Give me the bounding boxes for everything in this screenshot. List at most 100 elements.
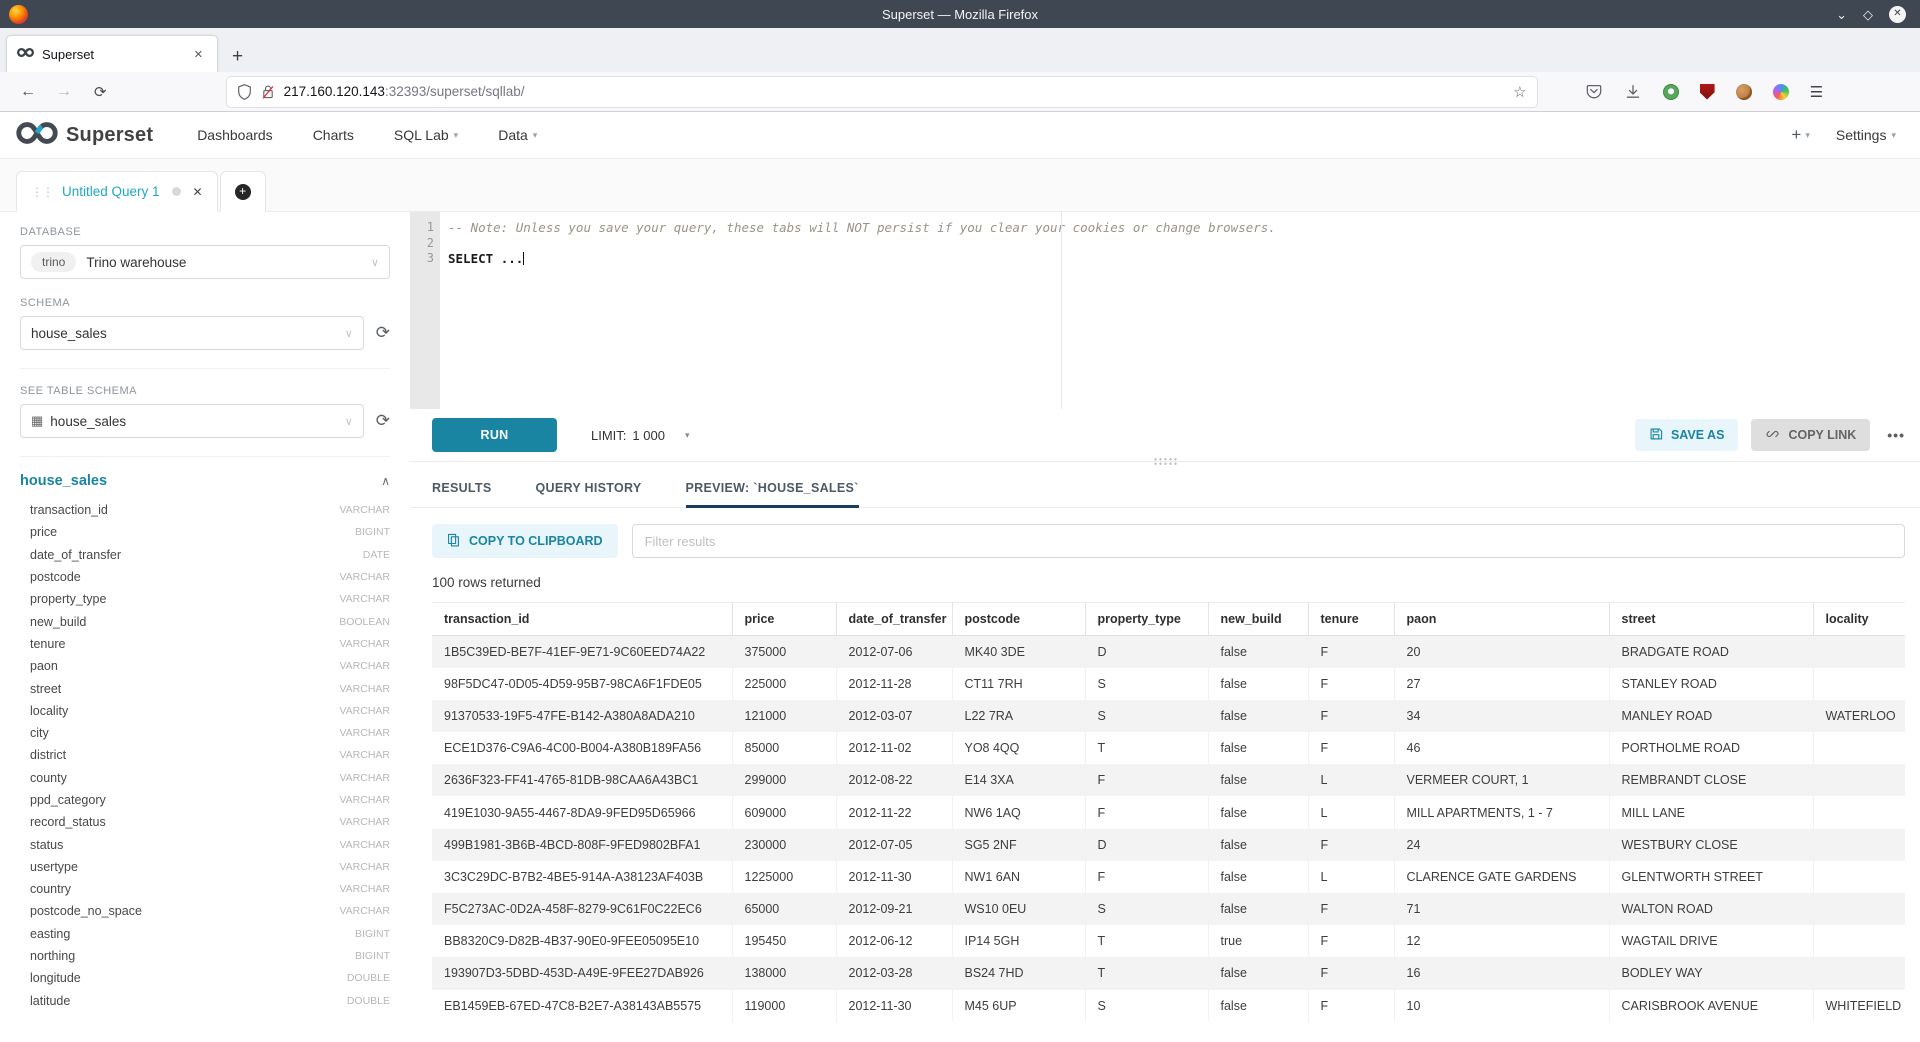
bookmark-star-icon[interactable]: ☆ [1513,83,1526,101]
extension-pinwheel-icon[interactable] [1773,84,1789,100]
column-header-tenure[interactable]: tenure [1308,603,1394,636]
database-select[interactable]: trino Trino warehouse ∨ [20,245,390,279]
url-bar[interactable]: 217.160.120.143:32393/superset/sqllab/ ☆ [227,77,1537,107]
table-cell: WESTBURY CLOSE [1609,829,1813,861]
pane-splitter[interactable] [410,461,1920,470]
table-cell: F [1308,957,1394,989]
superset-brand[interactable]: Superset [16,120,153,151]
new-tab-button[interactable]: + [232,47,243,66]
table-cell: MILL APARTMENTS, 1 - 7 [1394,796,1609,828]
drag-grip-icon[interactable]: ⋮⋮ [31,185,53,199]
tracking-shield-icon[interactable] [237,84,252,100]
add-new-button[interactable]: +▾ [1791,125,1809,145]
table-cell: 2012-03-07 [836,700,952,732]
nav-item-dashboards[interactable]: Dashboards [197,127,273,143]
browser-tab-superset[interactable]: Superset ✕ [6,35,218,72]
tab-query-history[interactable]: QUERY HISTORY [536,481,642,508]
limit-control[interactable]: LIMIT: 1 000 ▾ [591,428,689,443]
insecure-lock-icon[interactable] [261,84,275,100]
column-name: date_of_transfer [30,548,121,562]
run-button[interactable]: RUN [432,418,557,452]
table-cell: NW1 6AN [952,861,1085,893]
table-cell: F [1085,861,1208,893]
table-schema-label: SEE TABLE SCHEMA [20,385,390,397]
table-cell: CLARENCE GATE GARDENS [1394,861,1609,893]
column-type: VARCHAR [339,638,390,650]
downloads-icon[interactable] [1624,83,1642,101]
table-cell: T [1085,732,1208,764]
nav-item-charts[interactable]: Charts [313,127,354,143]
column-type: VARCHAR [339,905,390,917]
sql-code-editor[interactable]: 1 2 3 -- Note: Unless you save your quer… [410,212,1920,409]
query-tab-untitled-1[interactable]: ⋮⋮ Untitled Query 1 ✕ [16,171,218,212]
copy-link-button[interactable]: COPY LINK [1751,419,1870,451]
schema-select[interactable]: house_sales ∨ [20,316,364,350]
column-name: postcode_no_space [30,904,142,918]
more-options-icon[interactable]: ••• [1887,427,1905,443]
nav-links: Dashboards Charts SQL Lab▾ Data▾ [197,127,537,143]
column-header-paon[interactable]: paon [1394,603,1609,636]
column-type: DOUBLE [347,972,390,984]
schema-column-row: transaction_idVARCHAR [20,499,390,521]
refresh-table-icon[interactable]: ⟳ [376,411,390,431]
reload-button[interactable]: ⟳ [94,83,107,101]
copy-to-clipboard-button[interactable]: COPY TO CLIPBOARD [432,524,618,558]
query-tab-close-icon[interactable]: ✕ [193,185,203,199]
table-cell: 12 [1394,925,1609,957]
menu-icon[interactable]: ☰ [1810,83,1823,101]
column-header-transaction_id[interactable]: transaction_id [432,603,732,636]
table-cell: T [1085,925,1208,957]
table-select[interactable]: ▦ house_sales ∨ [20,404,364,438]
column-header-new_build[interactable]: new_build [1208,603,1308,636]
back-button[interactable]: ← [20,83,36,101]
splitter-drag-handle-icon[interactable] [1152,456,1178,465]
settings-menu[interactable]: Settings▾ [1836,127,1896,143]
sql-rest: ... [501,251,524,266]
table-cell: 138000 [732,957,836,989]
column-header-street[interactable]: street [1609,603,1813,636]
filter-results-input[interactable] [632,524,1905,558]
results-table: transaction_idpricedate_of_transferpostc… [432,602,1905,1022]
ublock-origin-icon[interactable] [1700,84,1715,100]
table-cell [1813,829,1905,861]
tab-results[interactable]: RESULTS [432,481,492,508]
table-cell: 230000 [732,829,836,861]
caret-down-icon: ▾ [454,130,459,141]
window-maximize-button[interactable]: ◇ [1863,8,1873,21]
sql-keyword: SELECT [448,251,493,266]
column-name: usertype [30,860,78,874]
window-minimize-button[interactable]: ⌄ [1836,8,1847,21]
expanded-table-name[interactable]: house_sales [20,473,107,489]
table-cell: BB8320C9-D82B-4B37-90E0-9FEE05095E10 [432,925,732,957]
column-header-date_of_transfer[interactable]: date_of_transfer [836,603,952,636]
table-cell: REMBRANDT CLOSE [1609,764,1813,796]
column-header-price[interactable]: price [732,603,836,636]
forward-button[interactable]: → [56,83,72,101]
table-cell: 2012-08-22 [836,764,952,796]
column-name: street [30,682,61,696]
save-as-button[interactable]: SAVE AS [1635,419,1739,451]
collapse-chevron-icon[interactable]: ∧ [381,474,390,488]
pocket-icon[interactable] [1585,83,1603,101]
table-cell: L [1308,796,1394,828]
window-close-button[interactable]: ✕ [1889,6,1906,23]
tab-preview-house-sales[interactable]: PREVIEW: `HOUSE_SALES` [686,481,859,508]
table-cell: false [1208,700,1308,732]
privacy-badger-icon[interactable] [1663,84,1679,100]
window-titlebar: Superset — Mozilla Firefox ⌄ ◇ ✕ [0,0,1920,28]
column-header-locality[interactable]: locality [1813,603,1905,636]
tab-close-icon[interactable]: ✕ [190,46,207,63]
cookie-extension-icon[interactable] [1736,84,1752,100]
nav-item-data[interactable]: Data▾ [498,127,537,143]
refresh-schema-icon[interactable]: ⟳ [376,323,390,343]
table-cell: WAGTAIL DRIVE [1609,925,1813,957]
table-cell: YO8 4QQ [952,732,1085,764]
table-cell: BRADGATE ROAD [1609,636,1813,668]
schema-column-row: paonVARCHAR [20,655,390,677]
column-header-postcode[interactable]: postcode [952,603,1085,636]
schema-column-row: postcode_no_space VARCHAR [20,900,390,922]
column-header-property_type[interactable]: property_type [1085,603,1208,636]
add-query-tab-button[interactable]: + [220,171,266,212]
nav-item-sql-lab[interactable]: SQL Lab▾ [394,127,458,143]
schema-label: SCHEMA [20,297,390,309]
